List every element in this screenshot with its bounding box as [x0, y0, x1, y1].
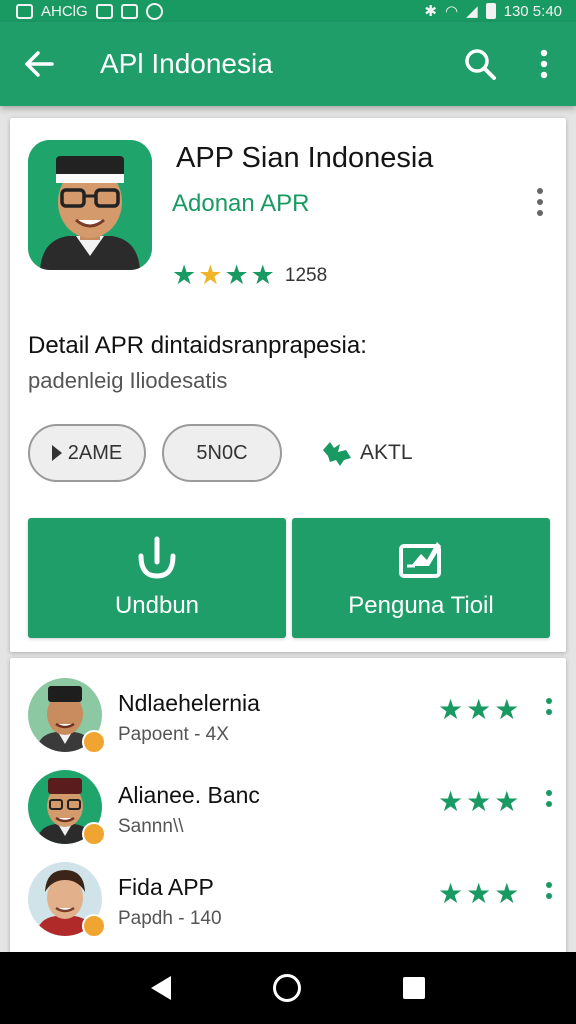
app-bar: APl Indonesia [0, 22, 576, 106]
related-apps-list: Ndlaehelernia Papoent - 4X ★ ★ ★ Alianee… [10, 658, 566, 958]
avatar-illustration-icon [28, 140, 152, 270]
detail-heading: Detail APR dintaidsranprapesia: [28, 332, 367, 359]
download-button[interactable]: Undbun [28, 518, 286, 638]
avatar [28, 770, 106, 846]
chip-label: AKTL [360, 441, 413, 464]
list-item-name: Alianee. Banc [118, 782, 260, 808]
wifi-icon: ◠ [444, 3, 459, 20]
nav-back-icon[interactable] [151, 976, 171, 1000]
star-icon: ★ [198, 260, 223, 290]
dot-icon [546, 882, 552, 888]
dot-icon [546, 709, 552, 715]
list-item-name: Fida APP [118, 874, 214, 900]
list-item-rating: ★ ★ ★ [438, 696, 519, 724]
dot-icon [537, 199, 543, 205]
status-time: 130 5:40 [503, 2, 562, 20]
list-item-sub: Papoent - 4X [118, 724, 229, 745]
list-item-sub: Papdh - 140 [118, 908, 222, 929]
search-icon [465, 49, 496, 80]
dot-icon [537, 210, 543, 216]
star-icon: ★ [438, 878, 464, 909]
star-icon: ★ [224, 260, 249, 290]
avatar [28, 862, 106, 938]
list-item-menu-button[interactable] [546, 790, 552, 807]
notification-icon [95, 3, 113, 19]
list-item-rating: ★ ★ ★ [438, 788, 519, 816]
list-item[interactable]: Fida APP Papdh - 140 ★ ★ ★ [10, 854, 566, 946]
star-icon: ★ [466, 786, 492, 817]
page-title: APl Indonesia [100, 48, 273, 79]
user-guide-button-label: Penguna Tioil [348, 592, 494, 619]
star-icon: ★ [250, 260, 275, 290]
star-icon: ★ [494, 694, 520, 725]
system-nav-bar [0, 952, 576, 1024]
list-item-menu-button[interactable] [546, 698, 552, 715]
signal-icon: ◢ [466, 3, 478, 20]
play-arrow-icon [51, 445, 62, 461]
card-overflow-button[interactable] [528, 182, 552, 222]
nav-recents-icon[interactable] [403, 977, 425, 999]
sync-icon [145, 2, 163, 20]
search-button[interactable] [448, 22, 512, 106]
app-name: APP Sian Indonesia [176, 142, 434, 174]
star-icon: ★ [466, 878, 492, 909]
star-icon: ★ [438, 694, 464, 725]
download-arrow-icon [138, 536, 176, 579]
chip-aktl[interactable]: AKTL [320, 424, 413, 482]
bluetooth-icon: ✱ [424, 3, 437, 20]
list-item[interactable]: Ndlaehelernia Papoent - 4X ★ ★ ★ [10, 670, 566, 762]
list-item-rating: ★ ★ ★ [438, 880, 519, 908]
arrow-left-icon [25, 51, 54, 77]
list-item[interactable]: Alianee. Banc Sannn\\ ★ ★ ★ [10, 762, 566, 854]
more-vert-icon [540, 49, 548, 79]
chip-label: 2AME [67, 441, 123, 464]
dot-icon [537, 188, 543, 194]
back-button[interactable] [0, 22, 78, 106]
rating-count: 1258 [284, 264, 328, 286]
download-button-label: Undbun [114, 592, 200, 619]
chip-game[interactable]: 2AME [28, 424, 146, 482]
battery-icon [485, 3, 496, 19]
indonesia-map-icon [323, 442, 351, 466]
chip-label: 5N0C [196, 441, 248, 464]
list-item-sub: Sannn\\ [118, 816, 184, 837]
star-icon: ★ [494, 786, 520, 817]
status-left-text: AHClG [41, 2, 88, 20]
dot-icon [546, 801, 552, 807]
nav-home-icon[interactable] [273, 974, 301, 1002]
status-bar: AHClG ✱ ◠ ◢ 130 5:40 [0, 0, 576, 22]
dot-icon [546, 790, 552, 796]
star-icon: ★ [466, 694, 492, 725]
badge-icon [82, 822, 106, 846]
app-rating: ★ ★ ★ ★ 1258 [172, 262, 327, 289]
list-item-menu-button[interactable] [546, 882, 552, 899]
notification-icon [120, 3, 138, 19]
detail-subtitle: padenleig Iliodesatis [28, 368, 228, 393]
user-guide-button[interactable]: Penguna Tioil [292, 518, 550, 638]
avatar [28, 678, 106, 754]
app-developer-link[interactable]: Adonan APR [172, 190, 309, 218]
star-icon: ★ [172, 260, 197, 290]
notification-icon [16, 3, 33, 19]
dot-icon [546, 698, 552, 704]
app-icon [28, 140, 152, 270]
badge-icon [82, 730, 106, 754]
star-icon: ★ [494, 878, 520, 909]
dot-icon [546, 893, 552, 899]
overflow-menu-button[interactable] [512, 22, 576, 106]
chip-snoc[interactable]: 5N0C [162, 424, 282, 482]
app-detail-card: APP Sian Indonesia Adonan APR ★ ★ ★ ★ 12… [10, 118, 566, 652]
badge-icon [82, 914, 106, 938]
guide-book-icon [399, 542, 441, 578]
star-icon: ★ [438, 786, 464, 817]
list-item-name: Ndlaehelernia [118, 690, 260, 716]
